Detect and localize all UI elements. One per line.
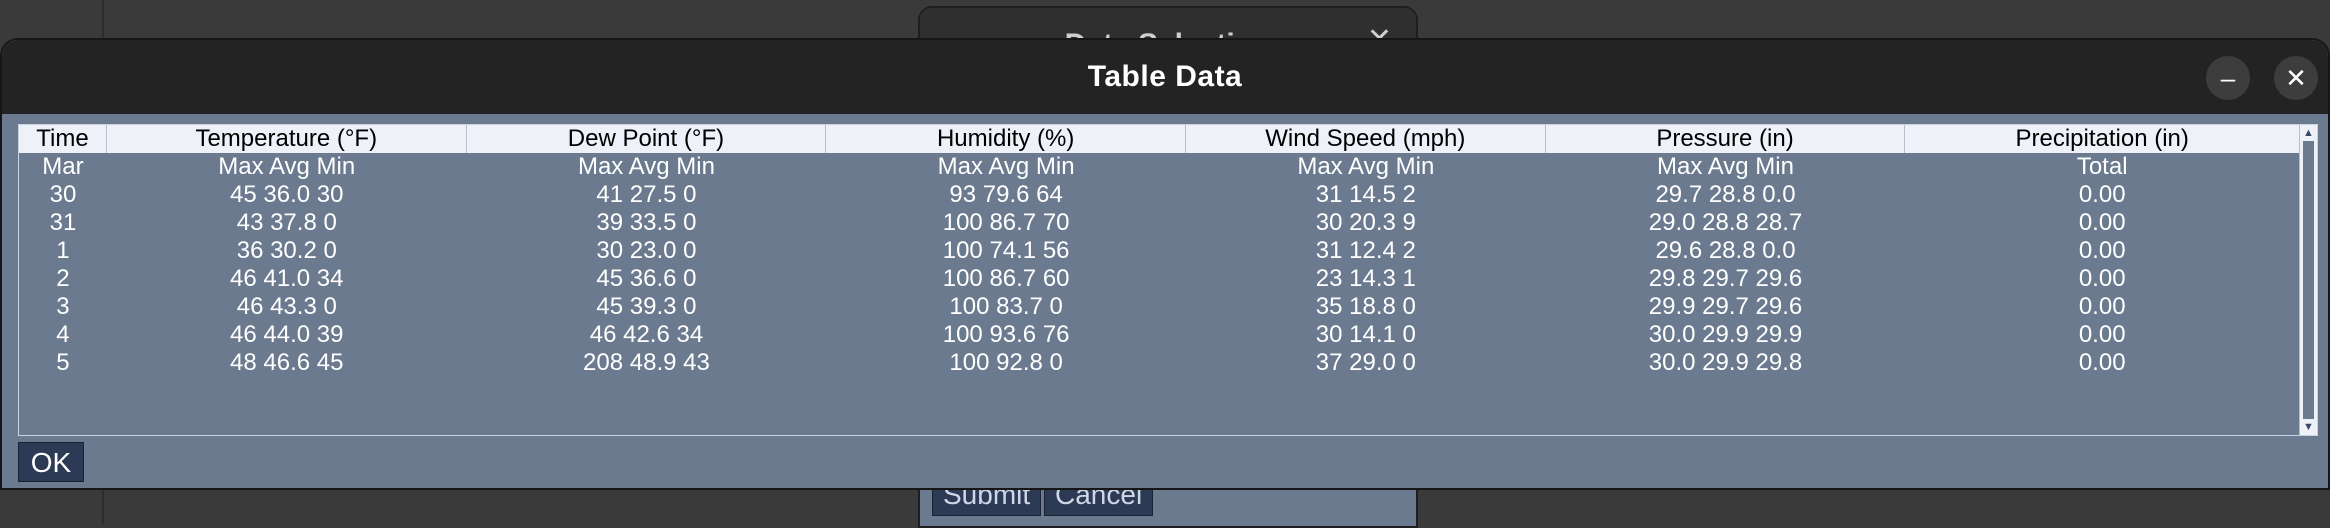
table-row: 3 46 43.3 0 45 39.3 0 100 83.7 0 35 18.8 0 29… [19, 293, 2299, 321]
table-cell: 41 27.5 0 [596, 181, 697, 208]
table-cell: 93 79.6 64 [949, 181, 1063, 208]
table-body: Mar Max Avg Min Max Avg Min Max Avg Min Max … [19, 153, 2299, 377]
table-cell: 0.00 [2078, 321, 2126, 348]
minimize-icon[interactable]: – [2206, 56, 2250, 100]
table-cell: Total [2076, 153, 2128, 180]
table-cell: 100 74.1 56 [942, 237, 1070, 264]
table-cell: 2 [56, 265, 70, 292]
table-cell: 30 [49, 181, 77, 208]
table-cell: Max Avg Min [577, 153, 715, 180]
table-row: 2 46 41.0 34 45 36.6 0 100 86.7 60 23 14.3 1… [19, 265, 2299, 293]
table-cell: 31 12.4 2 [1315, 237, 1416, 264]
column-header[interactable]: Time [19, 125, 107, 153]
table-cell: 100 93.6 76 [942, 321, 1070, 348]
table-cell: 45 36.0 30 [230, 181, 344, 208]
table-cell: 0.00 [2078, 349, 2126, 376]
table-cell: 31 14.5 2 [1315, 181, 1416, 208]
table-cell: 29.6 28.8 0.0 [1655, 237, 1796, 264]
column-header[interactable]: Temperature (°F) [107, 125, 467, 153]
dialog-titlebar: Table Data – ✕ [2, 40, 2328, 114]
table-cell: 30.0 29.9 29.9 [1648, 321, 1803, 348]
table-cell: 100 86.7 70 [942, 209, 1070, 236]
table-cell: 45 36.6 0 [596, 265, 697, 292]
table-cell: 0.00 [2078, 181, 2126, 208]
table-cell: 36 30.2 0 [236, 237, 337, 264]
table-cell: 0.00 [2078, 237, 2126, 264]
scroll-up-icon[interactable]: ▲ [2300, 127, 2317, 139]
table-cell: 29.0 28.8 28.7 [1648, 209, 1803, 236]
table-row: 31 43 37.8 0 39 33.5 0 100 86.7 70 30 20.3 9… [19, 209, 2299, 237]
table-cell: 0.00 [2078, 293, 2126, 320]
table-header: Time Temperature (°F) Dew Point (°F) Humidi… [19, 125, 2299, 153]
table-cell: 35 18.8 0 [1315, 293, 1416, 320]
table-cell: 46 44.0 39 [230, 321, 344, 348]
table-row: 30 45 36.0 30 41 27.5 0 93 79.6 64 31 14.5 2… [19, 181, 2299, 209]
dialog-title: Table Data [1087, 60, 1243, 93]
table-cell: 43 37.8 0 [236, 209, 337, 236]
vertical-scrollbar[interactable]: ▲ ▼ [2299, 125, 2317, 435]
table-cell: 208 48.9 43 [583, 349, 710, 376]
table-cell: 30.0 29.9 29.8 [1648, 349, 1803, 376]
table-cell: Max Avg Min [218, 153, 356, 180]
data-table: Time Temperature (°F) Dew Point (°F) Humidi… [18, 124, 2318, 436]
table-cell: Max Avg Min [937, 153, 1075, 180]
table-cell: 31 [49, 209, 77, 236]
table-cell: 30 20.3 9 [1315, 209, 1416, 236]
column-header[interactable]: Wind Speed (mph) [1186, 125, 1546, 153]
table-cell: 46 41.0 34 [230, 265, 344, 292]
table-cell: 46 42.6 34 [589, 321, 704, 348]
table-cell: 100 86.7 60 [942, 265, 1070, 292]
table-row: Mar Max Avg Min Max Avg Min Max Avg Min Max … [19, 153, 2299, 181]
table-cell: 37 29.0 0 [1315, 349, 1416, 376]
table-cell: Max Avg Min [1657, 153, 1794, 180]
close-icon[interactable]: ✕ [2274, 56, 2318, 100]
table-cell: Mar [42, 153, 84, 180]
column-header[interactable]: Humidity (%) [826, 125, 1186, 153]
table-cell: 0.00 [2078, 209, 2126, 236]
table-cell: Max Avg Min [1297, 153, 1435, 180]
table-cell: 1 [56, 237, 70, 264]
table-cell: 29.8 29.7 29.6 [1648, 265, 1803, 292]
column-header[interactable]: Pressure (in) [1546, 125, 1906, 153]
table-cell: 100 92.8 0 [949, 349, 1063, 376]
table-cell: 39 33.5 0 [596, 209, 697, 236]
table-cell: 48 46.6 45 [230, 349, 344, 376]
table-cell: 46 43.3 0 [236, 293, 337, 320]
table-row: 1 36 30.2 0 30 23.0 0 100 74.1 56 31 12.4 2 2… [19, 237, 2299, 265]
table-cell: 45 39.3 0 [596, 293, 697, 320]
column-header[interactable]: Precipitation (in) [1905, 125, 2299, 153]
scrollbar-thumb[interactable] [2303, 141, 2314, 419]
table-cell: 29.9 29.7 29.6 [1648, 293, 1803, 320]
table-cell: 3 [56, 293, 70, 320]
column-header[interactable]: Dew Point (°F) [467, 125, 827, 153]
table-cell: 29.7 28.8 0.0 [1655, 181, 1796, 208]
table-cell: 5 [56, 349, 70, 376]
ok-button[interactable]: OK [18, 442, 84, 482]
scroll-down-icon[interactable]: ▼ [2300, 421, 2317, 433]
table-cell: 30 14.1 0 [1315, 321, 1416, 348]
table-cell: 23 14.3 1 [1315, 265, 1416, 292]
table-data-dialog: Table Data – ✕ Time Temperature (°F) Dew P… [0, 38, 2330, 490]
table-cell: 100 83.7 0 [949, 293, 1063, 320]
table-cell: 4 [56, 321, 70, 348]
table-cell: 30 23.0 0 [596, 237, 697, 264]
table-row: 5 48 46.6 45 208 48.9 43 100 92.8 0 37 29.0 … [19, 349, 2299, 377]
table-cell: 0.00 [2078, 265, 2126, 292]
table-row: 4 46 44.0 39 46 42.6 34 100 93.6 76 30 14.1 … [19, 321, 2299, 349]
